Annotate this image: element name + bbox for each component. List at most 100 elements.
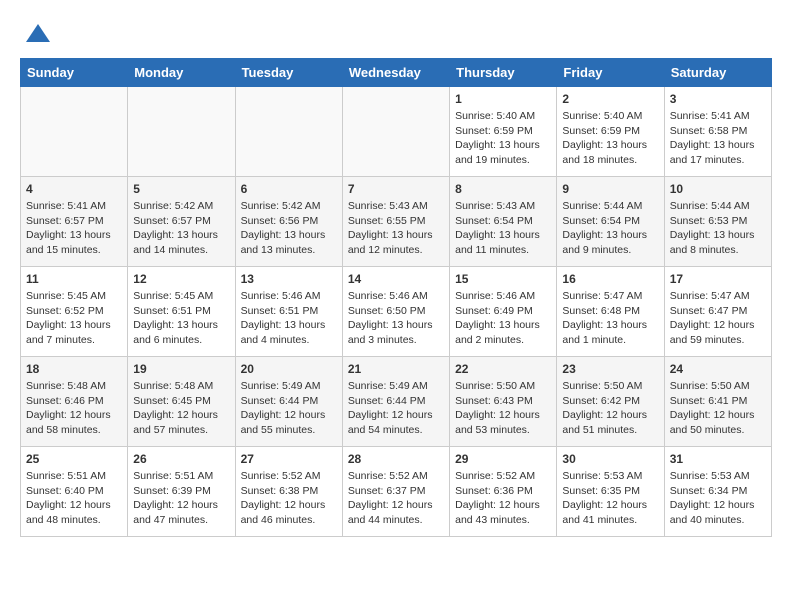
day-number: 30 xyxy=(562,452,658,466)
day-info-line: Sunrise: 5:45 AM xyxy=(26,289,122,304)
day-info-line: Sunrise: 5:41 AM xyxy=(26,199,122,214)
day-info-line: Sunrise: 5:53 AM xyxy=(562,469,658,484)
day-info-line: Sunrise: 5:50 AM xyxy=(562,379,658,394)
day-info-line: Sunrise: 5:50 AM xyxy=(670,379,766,394)
day-info-line: Sunset: 6:57 PM xyxy=(26,214,122,229)
calendar-week-3: 11Sunrise: 5:45 AMSunset: 6:52 PMDayligh… xyxy=(21,267,772,357)
day-number: 1 xyxy=(455,92,551,106)
day-number: 8 xyxy=(455,182,551,196)
day-info-line: and 57 minutes. xyxy=(133,423,229,438)
calendar-cell xyxy=(235,87,342,177)
day-number: 10 xyxy=(670,182,766,196)
day-number: 15 xyxy=(455,272,551,286)
day-info-line: and 6 minutes. xyxy=(133,333,229,348)
day-info-line: Daylight: 13 hours xyxy=(26,228,122,243)
day-number: 2 xyxy=(562,92,658,106)
day-info-line: Sunrise: 5:48 AM xyxy=(133,379,229,394)
day-info-line: Daylight: 12 hours xyxy=(670,498,766,513)
day-info-line: Daylight: 12 hours xyxy=(670,318,766,333)
day-info-line: Sunset: 6:58 PM xyxy=(670,124,766,139)
day-info-line: Sunrise: 5:42 AM xyxy=(241,199,337,214)
calendar-cell xyxy=(128,87,235,177)
calendar-cell: 15Sunrise: 5:46 AMSunset: 6:49 PMDayligh… xyxy=(450,267,557,357)
calendar-cell: 23Sunrise: 5:50 AMSunset: 6:42 PMDayligh… xyxy=(557,357,664,447)
day-info-line: and 7 minutes. xyxy=(26,333,122,348)
day-number: 28 xyxy=(348,452,444,466)
day-info-line: Sunrise: 5:53 AM xyxy=(670,469,766,484)
calendar-cell: 9Sunrise: 5:44 AMSunset: 6:54 PMDaylight… xyxy=(557,177,664,267)
day-header-wednesday: Wednesday xyxy=(342,59,449,87)
calendar-cell: 21Sunrise: 5:49 AMSunset: 6:44 PMDayligh… xyxy=(342,357,449,447)
day-info-line: Sunrise: 5:47 AM xyxy=(670,289,766,304)
day-number: 24 xyxy=(670,362,766,376)
day-info-line: Daylight: 13 hours xyxy=(348,228,444,243)
day-number: 14 xyxy=(348,272,444,286)
day-info-line: Sunset: 6:38 PM xyxy=(241,484,337,499)
day-info-line: and 9 minutes. xyxy=(562,243,658,258)
day-info-line: Daylight: 13 hours xyxy=(562,138,658,153)
day-info-line: Sunrise: 5:44 AM xyxy=(670,199,766,214)
day-number: 5 xyxy=(133,182,229,196)
day-info-line: Daylight: 12 hours xyxy=(26,498,122,513)
day-number: 20 xyxy=(241,362,337,376)
calendar-week-1: 1 Sunrise: 5:40 AMSunset: 6:59 PMDaylight… xyxy=(21,87,772,177)
calendar-cell: 11Sunrise: 5:45 AMSunset: 6:52 PMDayligh… xyxy=(21,267,128,357)
day-info-line: Daylight: 12 hours xyxy=(348,498,444,513)
day-info-line: Sunrise: 5:46 AM xyxy=(241,289,337,304)
day-info-line: and 12 minutes. xyxy=(348,243,444,258)
calendar-cell: 13Sunrise: 5:46 AMSunset: 6:51 PMDayligh… xyxy=(235,267,342,357)
day-number: 27 xyxy=(241,452,337,466)
calendar-cell: 4Sunrise: 5:41 AMSunset: 6:57 PMDaylight… xyxy=(21,177,128,267)
calendar-cell: 5Sunrise: 5:42 AMSunset: 6:57 PMDaylight… xyxy=(128,177,235,267)
day-info-line: Sunset: 6:36 PM xyxy=(455,484,551,499)
day-info-line: Sunset: 6:44 PM xyxy=(241,394,337,409)
day-header-friday: Friday xyxy=(557,59,664,87)
day-info-line: Sunset: 6:39 PM xyxy=(133,484,229,499)
day-info-line: and 51 minutes. xyxy=(562,423,658,438)
day-info-line: Daylight: 12 hours xyxy=(26,408,122,423)
calendar-cell: 1Sunrise: 5:40 AMSunset: 6:59 PMDaylight… xyxy=(450,87,557,177)
day-info-line: and 11 minutes. xyxy=(455,243,551,258)
day-info-line: Daylight: 13 hours xyxy=(455,318,551,333)
calendar-week-5: 25Sunrise: 5:51 AMSunset: 6:40 PMDayligh… xyxy=(21,447,772,537)
day-info-line: Sunset: 6:59 PM xyxy=(562,124,658,139)
day-number: 31 xyxy=(670,452,766,466)
day-info-line: Daylight: 13 hours xyxy=(562,318,658,333)
calendar-cell: 17Sunrise: 5:47 AMSunset: 6:47 PMDayligh… xyxy=(664,267,771,357)
day-info-line: Sunset: 6:43 PM xyxy=(455,394,551,409)
calendar-cell: 7Sunrise: 5:43 AMSunset: 6:55 PMDaylight… xyxy=(342,177,449,267)
day-info-line: Sunset: 6:46 PM xyxy=(26,394,122,409)
day-info-line: Sunset: 6:52 PM xyxy=(26,304,122,319)
day-number: 13 xyxy=(241,272,337,286)
day-number: 17 xyxy=(670,272,766,286)
day-info-line: Sunset: 6:51 PM xyxy=(133,304,229,319)
calendar-cell: 6Sunrise: 5:42 AMSunset: 6:56 PMDaylight… xyxy=(235,177,342,267)
day-info-line: and 54 minutes. xyxy=(348,423,444,438)
calendar-week-2: 4Sunrise: 5:41 AMSunset: 6:57 PMDaylight… xyxy=(21,177,772,267)
day-info-line: Sunrise: 5:49 AM xyxy=(348,379,444,394)
day-info-line: and 14 minutes. xyxy=(133,243,229,258)
day-info-line: Daylight: 12 hours xyxy=(455,408,551,423)
day-info-line: and 1 minute. xyxy=(562,333,658,348)
calendar-cell: 28Sunrise: 5:52 AMSunset: 6:37 PMDayligh… xyxy=(342,447,449,537)
calendar-cell: 12Sunrise: 5:45 AMSunset: 6:51 PMDayligh… xyxy=(128,267,235,357)
day-info-line: Sunrise: 5:40 AM xyxy=(562,109,658,124)
day-info-line: and 55 minutes. xyxy=(241,423,337,438)
day-info-line: Sunset: 6:54 PM xyxy=(562,214,658,229)
day-number: 26 xyxy=(133,452,229,466)
day-info-line: and 58 minutes. xyxy=(26,423,122,438)
day-info-line: Sunset: 6:48 PM xyxy=(562,304,658,319)
calendar-cell: 16Sunrise: 5:47 AMSunset: 6:48 PMDayligh… xyxy=(557,267,664,357)
calendar-cell xyxy=(21,87,128,177)
day-number: 7 xyxy=(348,182,444,196)
day-info-line: and 19 minutes. xyxy=(455,153,551,168)
day-info-line: and 41 minutes. xyxy=(562,513,658,528)
calendar-cell: 3Sunrise: 5:41 AMSunset: 6:58 PMDaylight… xyxy=(664,87,771,177)
calendar-cell: 26Sunrise: 5:51 AMSunset: 6:39 PMDayligh… xyxy=(128,447,235,537)
day-info-line: and 8 minutes. xyxy=(670,243,766,258)
day-info-line: and 13 minutes. xyxy=(241,243,337,258)
day-info-line: Sunrise: 5:52 AM xyxy=(241,469,337,484)
day-info-line: Daylight: 12 hours xyxy=(455,498,551,513)
calendar-cell: 27Sunrise: 5:52 AMSunset: 6:38 PMDayligh… xyxy=(235,447,342,537)
calendar-body: 1Sunrise: 5:40 AMSunset: 6:59 PMDaylight… xyxy=(21,87,772,537)
